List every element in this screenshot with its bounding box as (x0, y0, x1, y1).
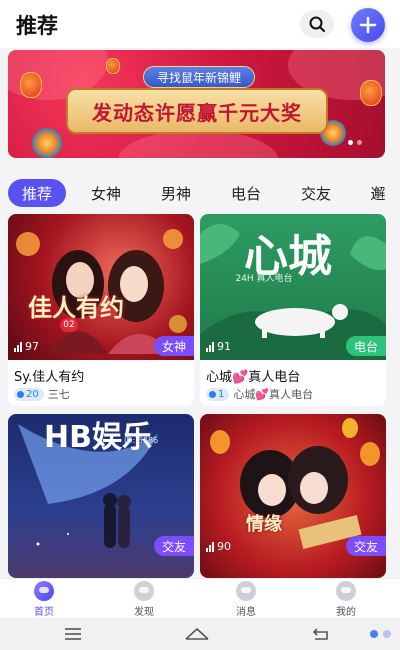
view-count: 90 (206, 540, 231, 553)
view-count-value: 90 (217, 540, 231, 553)
category-tabs: 推荐 女神 男神 电台 交友 邂 (0, 176, 400, 210)
host-name-prefix: 心城 (233, 388, 256, 401)
category-badge: 女神 (153, 336, 194, 356)
cover-subtitle: ID: 8886 (124, 436, 159, 445)
system-menu-button[interactable] (60, 624, 86, 644)
listener-icon (17, 390, 24, 398)
room-meta: 20 三七 (14, 386, 70, 402)
banner-headline: 发动态许愿赢千元大奖 (92, 100, 302, 125)
signal-bars-icon (206, 541, 214, 552)
room-title-prefix: 心城 (206, 370, 233, 385)
nav-messages[interactable]: 消息 (216, 579, 276, 619)
lantern-icon (360, 80, 382, 106)
room-meta: 1 心城💕真人电台 (206, 386, 313, 402)
nav-discover-label: 发现 (134, 607, 154, 618)
signal-bars-icon (206, 341, 214, 352)
room-title: 心城💕真人电台 (206, 366, 300, 385)
category-badge: 交友 (345, 536, 386, 556)
top-bar: 推荐 (0, 0, 400, 48)
banner-cloud-decoration (118, 130, 278, 158)
nav-discover[interactable]: 发现 (114, 579, 174, 619)
room-card[interactable]: 心城 24H 真人电台 91 电台 心城💕真人电台 1 心城💕真人电台 (200, 214, 386, 406)
search-icon (309, 16, 325, 32)
tab-god[interactable]: 男神 (156, 179, 196, 207)
view-count: 91 (206, 340, 231, 353)
pagination-dot-active (348, 140, 353, 145)
tab-social[interactable]: 交友 (296, 179, 336, 207)
banner-pagination (348, 140, 362, 145)
banner-headline-plaque: 发动态许愿赢千元大奖 (66, 88, 328, 134)
room-card[interactable]: 佳人有约 02 97 女神 Sy.佳人有约 20 三七 (8, 214, 194, 406)
tab-recommend[interactable]: 推荐 (8, 179, 66, 207)
back-icon (312, 628, 328, 640)
listener-icon (209, 390, 216, 398)
system-navigation-bar (0, 618, 400, 650)
page-title: 推荐 (16, 14, 58, 38)
listener-count: 1 (206, 387, 230, 401)
profile-icon (336, 581, 356, 601)
indicator-dot-active (370, 630, 378, 638)
category-badge: 交友 (153, 536, 194, 556)
add-button[interactable] (351, 8, 385, 42)
assistant-indicator (370, 630, 391, 638)
listener-count-value: 20 (26, 388, 39, 400)
host-name-suffix: 真人电台 (269, 388, 314, 401)
search-button[interactable] (300, 10, 334, 38)
tab-goddess[interactable]: 女神 (86, 179, 126, 207)
pagination-dot (357, 140, 362, 145)
cover-title: 佳人有约 (28, 293, 124, 322)
cover-subtitle: 24H 真人电台 (235, 274, 293, 284)
menu-icon (65, 628, 81, 640)
system-back-button[interactable] (308, 624, 334, 644)
heart-icon: 💕 (232, 370, 249, 385)
promo-banner[interactable]: 寻找鼠年新锦鲤 发动态许愿赢千元大奖 (8, 50, 385, 158)
cover-number-badge: 02 (60, 318, 78, 332)
room-title-suffix: 真人电台 (248, 370, 301, 385)
heart-icon: 💕 (255, 388, 270, 401)
nav-home[interactable]: 首页 (14, 579, 74, 619)
category-badge: 电台 (345, 336, 386, 356)
nav-profile-label: 我的 (336, 607, 356, 618)
indicator-dot (383, 630, 391, 638)
signal-bars-icon (14, 341, 22, 352)
nav-home-label: 首页 (34, 607, 54, 618)
host-name: 三七 (47, 388, 70, 401)
room-card[interactable]: HB娱乐 ID: 8886 交友 (8, 414, 194, 578)
bottom-navigation: 首页 发现 消息 我的 (0, 578, 400, 618)
view-count: 97 (14, 340, 39, 353)
room-title: Sy.佳人有约 (14, 370, 85, 385)
banner-tag: 寻找鼠年新锦鲤 (143, 66, 255, 88)
discover-icon (134, 581, 154, 601)
tab-radio[interactable]: 电台 (226, 179, 266, 207)
message-icon (236, 581, 256, 601)
room-card[interactable]: 情缘 90 交友 (200, 414, 386, 578)
nav-profile[interactable]: 我的 (316, 579, 376, 619)
listener-count: 20 (14, 387, 44, 401)
plus-icon (359, 16, 377, 34)
flower-icon (32, 128, 62, 158)
banner-tag-text: 寻找鼠年新锦鲤 (156, 70, 241, 85)
tab-more[interactable]: 邂 (366, 179, 390, 207)
view-count-value: 97 (25, 340, 39, 353)
host-name: 心城💕真人电台 (233, 386, 313, 402)
nav-messages-label: 消息 (236, 607, 256, 618)
listener-count-value: 1 (218, 388, 225, 400)
cover-title: 情缘 (246, 514, 282, 535)
lantern-icon (20, 72, 42, 98)
lantern-icon (106, 58, 120, 74)
system-home-button[interactable] (184, 624, 210, 644)
home-outline-icon (185, 628, 209, 640)
view-count-value: 91 (217, 340, 231, 353)
home-icon (34, 581, 54, 601)
